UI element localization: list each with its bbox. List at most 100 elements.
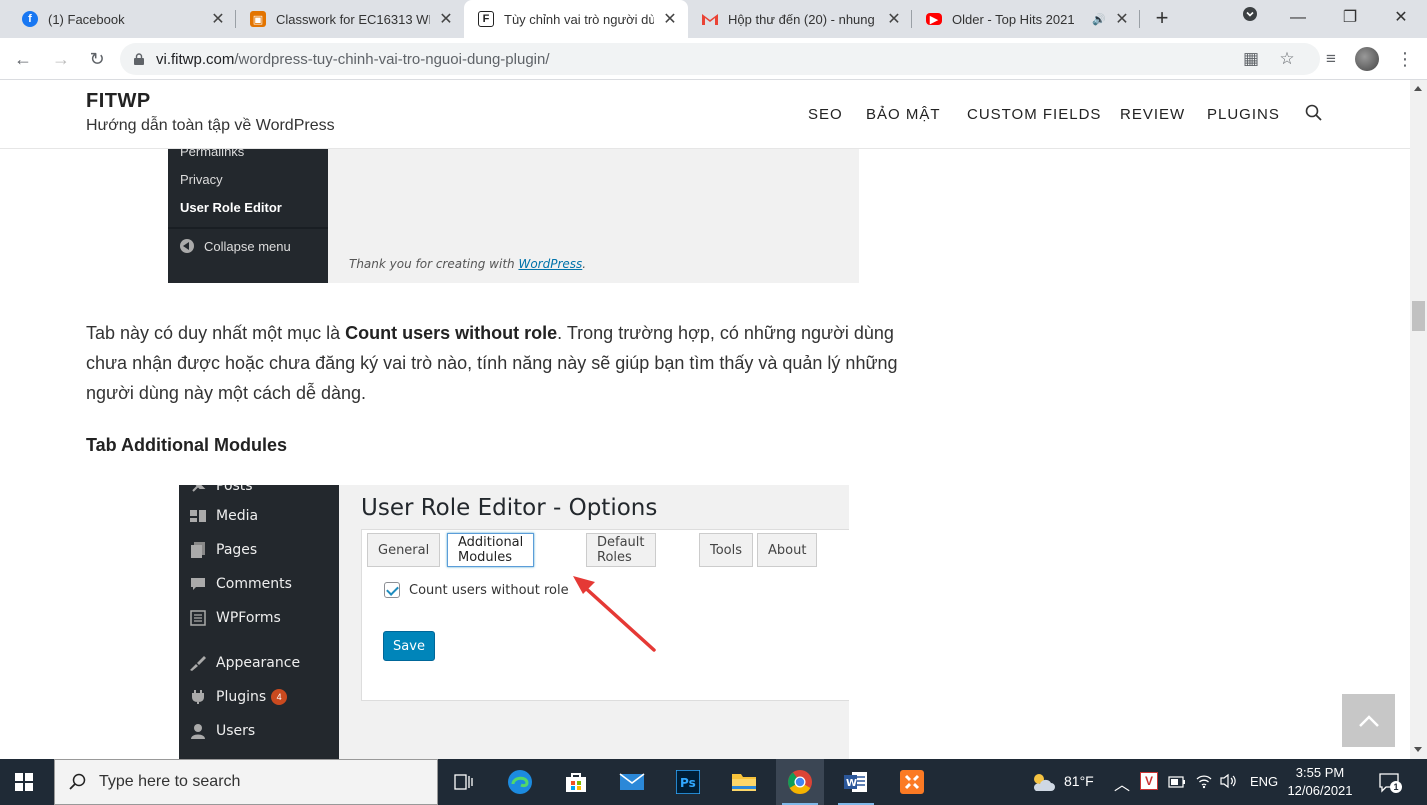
windows-logo-icon — [15, 773, 33, 791]
site-tagline: Hướng dẫn toàn tập về WordPress — [86, 117, 335, 134]
tab-general: General — [367, 533, 441, 567]
pages-icon — [188, 541, 208, 559]
tab-title: Classwork for EC16313 WE — [276, 11, 430, 27]
wp-admin-screenshot-1: Permalinks Privacy User Role Editor Coll… — [168, 149, 859, 283]
search-placeholder: Type here to search — [99, 773, 241, 790]
scrollbar-thumb[interactable] — [1412, 301, 1425, 331]
site-header: FITWP Hướng dẫn toàn tập về WordPress SE… — [0, 80, 1410, 149]
tab-fitwp[interactable]: F Tùy chỉnh vai trò người dù ✕ — [464, 0, 688, 38]
comments-icon — [188, 575, 208, 593]
clock-time: 3:55 PM — [1295, 765, 1345, 780]
xampp-icon[interactable] — [888, 759, 936, 805]
taskbar-clock[interactable]: 3:55 PM 12/06/2021 — [1285, 764, 1355, 800]
weather-temp: 81°F — [1064, 773, 1094, 789]
menu-permalinks: Permalinks — [180, 149, 245, 159]
page-scrollbar[interactable] — [1410, 80, 1427, 759]
minimize-icon[interactable]: — — [1286, 6, 1310, 30]
tab-search-icon[interactable] — [1238, 6, 1262, 30]
word-icon[interactable]: W — [832, 759, 880, 805]
close-icon[interactable]: ✕ — [886, 9, 902, 29]
close-icon[interactable]: ✕ — [662, 9, 678, 29]
svg-text:W: W — [846, 778, 857, 789]
nav-seo[interactable]: SEO — [808, 106, 843, 123]
gmail-icon — [702, 11, 718, 27]
photoshop-icon[interactable]: Ps — [664, 759, 712, 805]
qr-code-icon[interactable]: ▦ — [1238, 46, 1264, 72]
volume-icon[interactable] — [1220, 773, 1238, 794]
tab-tools: Tools — [699, 533, 754, 567]
battery-icon[interactable] — [1168, 775, 1186, 793]
tab-additional-modules: Additional Modules — [447, 533, 535, 567]
profile-avatar[interactable] — [1355, 47, 1379, 71]
notification-count: 1 — [1390, 781, 1402, 793]
count-users-checkbox — [384, 582, 400, 598]
scroll-down-icon — [1414, 747, 1422, 752]
tab-title: Tùy chỉnh vai trò người dù — [504, 11, 654, 27]
save-button: Save — [383, 631, 435, 661]
close-icon[interactable]: ✕ — [1114, 9, 1130, 29]
wp-admin-sidebar: Permalinks Privacy User Role Editor Coll… — [168, 149, 328, 283]
red-arrow-annotation — [573, 576, 656, 652]
tab-title: (1) Facebook — [48, 11, 125, 27]
file-explorer-icon[interactable] — [720, 759, 768, 805]
task-view-icon[interactable] — [440, 759, 488, 805]
nav-review[interactable]: REVIEW — [1120, 106, 1185, 123]
nav-plugins[interactable]: PLUGINS — [1207, 106, 1280, 123]
forward-icon[interactable]: → — [48, 46, 74, 72]
media-icon — [188, 507, 208, 525]
tab-classwork[interactable]: ▣ Classwork for EC16313 WE ✕ — [236, 0, 464, 38]
store-icon[interactable] — [552, 759, 600, 805]
taskbar-search[interactable]: Type here to search — [54, 759, 438, 805]
pin-icon — [188, 485, 208, 495]
restore-icon[interactable]: ❐ — [1338, 6, 1362, 30]
tab-title: Older - Top Hits 2021 — [952, 11, 1075, 27]
tab-gmail[interactable]: Hộp thư đến (20) - nhung ✕ — [688, 0, 912, 38]
menu-kebab-icon[interactable]: ⋮ — [1396, 46, 1414, 72]
close-window-icon[interactable]: ✕ — [1389, 6, 1413, 30]
facebook-icon: f — [22, 11, 38, 27]
antivirus-icon[interactable]: V — [1140, 772, 1158, 790]
wp-admin-screenshot-2: Posts Media Pages Comments WPForms Appea… — [179, 485, 849, 759]
bookmark-star-icon[interactable]: ☆ — [1274, 46, 1300, 72]
chevron-up-icon — [1358, 714, 1379, 727]
edge-icon[interactable] — [496, 759, 544, 805]
close-icon[interactable]: ✕ — [210, 9, 226, 29]
input-language[interactable]: ENG — [1250, 774, 1278, 789]
start-button[interactable] — [0, 759, 48, 805]
menu-users: Users — [179, 716, 339, 746]
weather-icon[interactable] — [1030, 771, 1056, 798]
wpforms-icon — [188, 609, 208, 627]
back-icon[interactable]: ← — [10, 46, 36, 72]
reload-icon[interactable]: ↻ — [84, 46, 110, 72]
search-icon[interactable] — [1305, 104, 1323, 122]
mail-icon[interactable] — [608, 759, 656, 805]
menu-media: Media — [179, 501, 339, 531]
tab-facebook[interactable]: f (1) Facebook ✕ — [8, 0, 236, 38]
tab-default-roles: Default Roles — [586, 533, 656, 567]
chrome-icon[interactable] — [776, 759, 824, 805]
address-bar[interactable]: vi.fitwp.com/wordpress-tuy-chinh-vai-tro… — [120, 43, 1320, 75]
close-icon[interactable]: ✕ — [438, 9, 454, 29]
nav-custom-fields[interactable]: CUSTOM FIELDS — [967, 106, 1101, 123]
article-paragraph: Tab này có duy nhất một mục là Count use… — [86, 323, 898, 403]
browser-toolbar: ← → ↻ vi.fitwp.com/wordpress-tuy-chinh-v… — [0, 38, 1427, 80]
new-tab-button[interactable]: + — [1150, 7, 1174, 31]
tab-youtube[interactable]: ▶ Older - Top Hits 2021 🔊 ✕ — [912, 0, 1140, 38]
notification-icon[interactable]: 1 — [1378, 771, 1402, 793]
tray-chevron-up-icon[interactable]: ︿ — [1114, 771, 1130, 795]
youtube-icon: ▶ — [926, 13, 942, 26]
section-heading: Tab Additional Modules — [86, 435, 287, 455]
scroll-up-icon — [1414, 86, 1422, 91]
site-brand[interactable]: FITWP — [86, 90, 151, 113]
nav-bao-mat[interactable]: BẢO MẬT — [866, 106, 941, 123]
clock-date: 12/06/2021 — [1287, 783, 1353, 798]
lock-icon — [134, 53, 144, 65]
media-control-icon[interactable]: ≡ — [1318, 46, 1344, 72]
wifi-icon[interactable] — [1195, 773, 1213, 794]
options-title: User Role Editor - Options — [361, 495, 658, 521]
menu-privacy: Privacy — [180, 172, 223, 187]
tab-about: About — [757, 533, 818, 567]
back-to-top-button[interactable] — [1342, 694, 1395, 747]
wp-footer-thanks: Thank you for creating with WordPress. — [349, 257, 587, 271]
audio-icon[interactable]: 🔊 — [1092, 13, 1106, 26]
